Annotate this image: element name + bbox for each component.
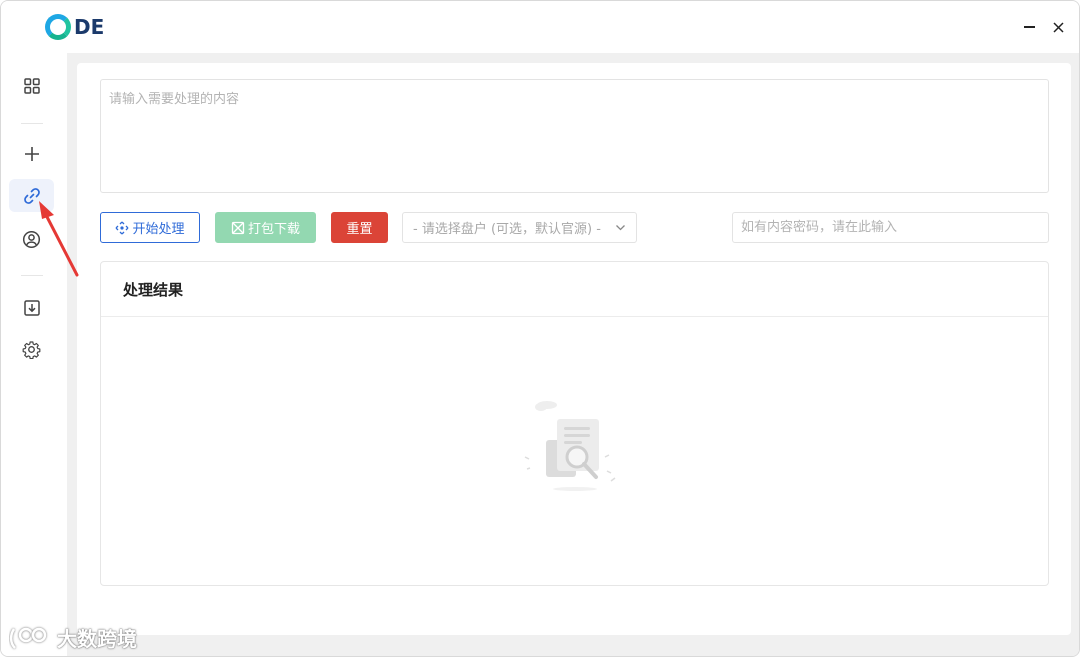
grid-icon [23,77,40,94]
watermark: 大数跨境 [9,623,137,652]
main-panel: 开始处理 打包下载 重置 - 请选择盘户 (可选，默认官源) - [67,53,1079,656]
result-panel: 处理结果 [100,261,1049,586]
logo-ring-icon [45,14,71,40]
app-window: DE 请输入需要处理的内容 开始处理 打包下载 重置 - 请选择盘户 (可选，默… [0,0,1080,657]
app-logo: DE [45,13,104,41]
sidebar-divider [21,123,43,124]
logo-text: DE [74,15,105,39]
close-icon [1052,21,1064,33]
crosshair-icon [115,221,129,235]
package-icon [231,221,245,235]
start-process-label: 开始处理 [132,222,185,237]
watermark-text: 大数跨境 [57,627,137,651]
watermark-logo-icon [9,627,47,649]
download-box-icon [23,299,40,316]
content-input[interactable] [100,79,1049,193]
sidebar [1,53,67,656]
start-process-button[interactable]: 开始处理 [100,212,200,243]
chevron-down-icon [616,225,625,231]
sidebar-item-add[interactable] [9,137,54,170]
pack-download-label: 打包下载 [247,222,300,237]
sidebar-item-settings[interactable] [9,333,54,366]
close-button[interactable] [1048,17,1068,37]
sidebar-item-dashboard[interactable] [9,69,54,102]
sidebar-item-downloads[interactable] [9,291,54,324]
result-title: 处理结果 [101,262,1048,317]
minimize-icon [1023,26,1035,28]
pack-download-button[interactable]: 打包下载 [215,212,316,243]
drive-select-value: - 请选择盘户 (可选，默认官源) - [413,222,601,237]
reset-button[interactable]: 重置 [331,212,388,243]
empty-state-icon [519,397,619,497]
plus-icon [24,146,39,161]
gear-icon [22,341,41,359]
drive-select[interactable]: - 请选择盘户 (可选，默认官源) - [402,212,637,243]
content-card: 开始处理 打包下载 重置 - 请选择盘户 (可选，默认官源) - [77,63,1071,635]
content-password-input[interactable] [732,212,1049,243]
reset-label: 重置 [346,222,373,237]
title-bar: DE [1,1,1079,53]
minimize-button[interactable] [1019,17,1039,37]
annotation-arrow [39,201,79,277]
